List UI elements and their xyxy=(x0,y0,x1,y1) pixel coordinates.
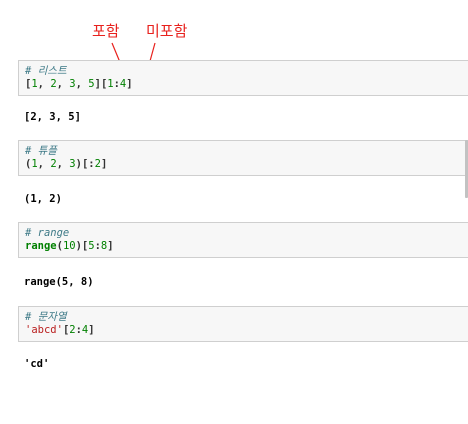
code-cell-string[interactable]: # 문자열 'abcd'[2:4] xyxy=(18,306,468,342)
code-line: 'abcd'[2:4] xyxy=(25,324,95,336)
annotation-included: 포함 xyxy=(92,22,120,40)
cell-output-string: 'cd' xyxy=(24,358,50,370)
cell-output-tuple: (1, 2) xyxy=(24,193,62,205)
code-comment: # 리스트 xyxy=(25,65,67,77)
code-comment: # 문자열 xyxy=(25,311,67,323)
code-cell-list[interactable]: # 리스트 [1, 2, 3, 5][1:4] xyxy=(18,60,468,96)
code-line: [1, 2, 3, 5][1:4] xyxy=(25,78,133,90)
code-line: range(10)[5:8] xyxy=(25,240,114,252)
cell-output-range: range(5, 8) xyxy=(24,276,94,288)
code-line: (1, 2, 3)[:2] xyxy=(25,158,108,170)
code-comment: # range xyxy=(25,227,70,239)
code-cell-tuple[interactable]: # 튜플 (1, 2, 3)[:2] xyxy=(18,140,468,176)
cell-output-list: [2, 3, 5] xyxy=(24,111,81,123)
annotation-excluded: 미포함 xyxy=(146,22,188,40)
code-cell-range[interactable]: # range range(10)[5:8] xyxy=(18,222,468,258)
code-comment: # 튜플 xyxy=(25,145,57,157)
